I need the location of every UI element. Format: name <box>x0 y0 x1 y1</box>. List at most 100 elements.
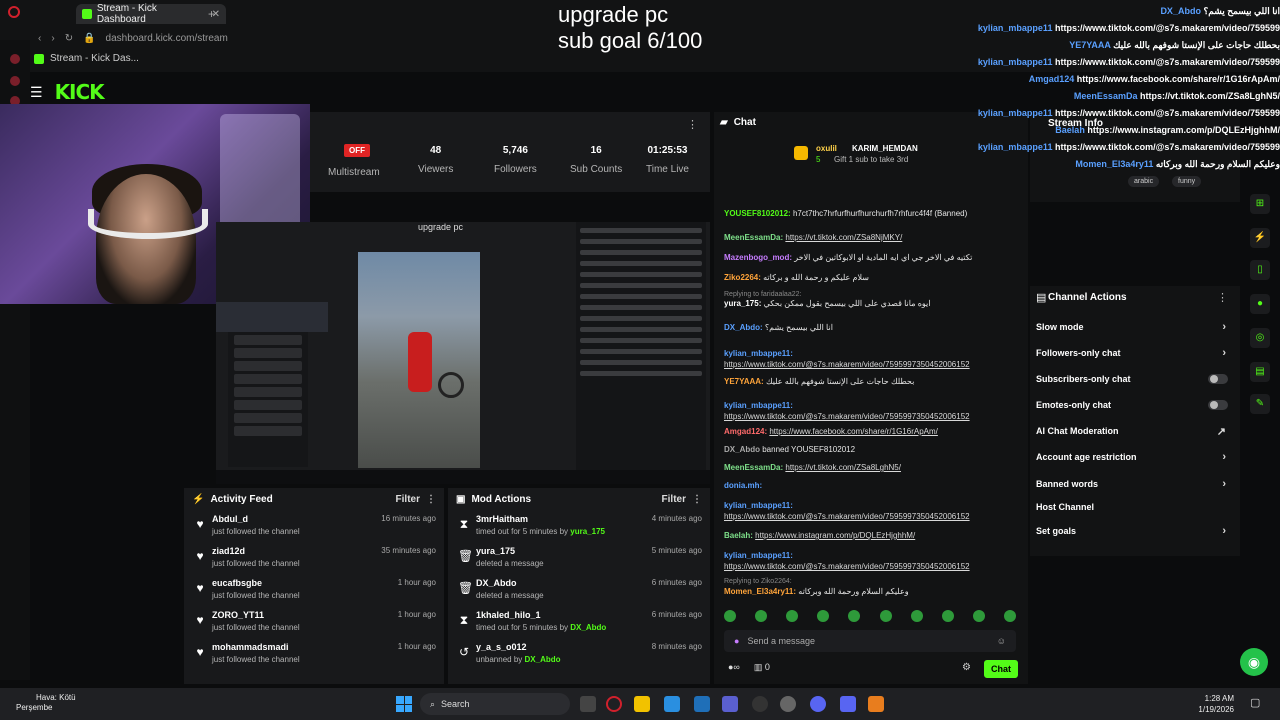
broadcast-icon[interactable]: ◎ <box>1250 328 1270 348</box>
settings-icon[interactable]: ⚙ <box>962 662 971 673</box>
lightning-icon[interactable]: ⚡ <box>1250 228 1270 248</box>
gift-icon[interactable]: ▥ 0 <box>754 662 770 673</box>
chat-link[interactable]: https://www.facebook.com/share/r/1G16rAp… <box>769 427 938 436</box>
chat-message[interactable]: YE7YAAA: بحطلك حاجات على الإنستا شوفهم ب… <box>724 376 1019 387</box>
chat-username[interactable]: Mazenbogo_mod: <box>724 253 792 262</box>
chat-username[interactable]: Ziko2264: <box>724 273 761 282</box>
toggle-switch[interactable] <box>1208 400 1228 410</box>
sidebar-app-icon[interactable] <box>10 76 20 86</box>
more-options-icon[interactable]: ⋮ <box>687 118 698 131</box>
chat-username[interactable]: Amgad124: <box>724 427 767 436</box>
url-text[interactable]: dashboard.kick.com/stream <box>106 33 228 44</box>
address-bar[interactable]: ‹ › ↻ 🔒 dashboard.kick.com/stream <box>30 28 530 48</box>
more-options-icon[interactable]: ⋮ <box>1217 291 1228 304</box>
rail-tool-icon[interactable]: ⊞ <box>1250 194 1270 214</box>
file-explorer-icon[interactable] <box>634 696 650 712</box>
activity-user[interactable]: mohammadsmadi <box>212 642 289 652</box>
channel-action-subscribers-only-chat[interactable]: Subscribers-only chat <box>1036 374 1232 388</box>
sidebar-app-icon[interactable] <box>10 54 20 64</box>
chat-username[interactable]: YE7YAAA: <box>724 377 764 386</box>
mod-action-user[interactable]: 3mrHaitham <box>476 514 528 524</box>
mod-action-by[interactable]: DX_Abdo <box>570 623 606 632</box>
menu-icon[interactable]: ☰ <box>30 84 43 101</box>
discord-icon[interactable] <box>840 696 856 712</box>
browser-tab[interactable]: Stream - Kick Dashboard ✕ <box>76 3 226 25</box>
chat-username[interactable]: kylian_mbappe11: <box>724 401 793 410</box>
teams-icon[interactable] <box>722 696 738 712</box>
chat-link[interactable]: https://www.instagram.com/p/DQLEzHjghhM/ <box>755 531 915 540</box>
breadcrumb-label[interactable]: Stream - Kick Das... <box>50 53 139 64</box>
app-icon[interactable] <box>810 696 826 712</box>
channel-action-account-age-restriction[interactable]: Account age restriction › <box>1036 451 1232 466</box>
emote-bar[interactable] <box>724 610 1016 624</box>
channel-action-followers-only-chat[interactable]: Followers-only chat › <box>1036 347 1232 362</box>
channel-action-banned-words[interactable]: Banned words › <box>1036 478 1232 493</box>
chat-link[interactable]: https://www.tiktok.com/@s7s.makarem/vide… <box>724 359 1019 370</box>
document-icon[interactable]: ▯ <box>1250 260 1270 280</box>
chat-username[interactable]: DX_Abdo <box>724 445 760 454</box>
chat-message[interactable]: Amgad124: https://www.facebook.com/share… <box>724 426 1019 437</box>
chat-username[interactable]: MeenEssamDa: <box>724 463 783 472</box>
chat-message[interactable]: DX_Abdo: انا اللي بيسمح يشم؟ <box>724 322 1019 333</box>
music-icon[interactable] <box>780 696 796 712</box>
mod-action-user[interactable]: DX_Abdo <box>476 578 517 588</box>
filter-button[interactable]: Filter <box>662 494 686 505</box>
weather-widget[interactable]: Hava: Kötü Perşembe <box>16 693 76 713</box>
mod-action-row[interactable]: ⧗ 1khaled_hilo_1 timed out for 5 minutes b… <box>448 606 710 638</box>
chat-link[interactable]: https://vt.tiktok.com/ZSa8LghN5/ <box>785 463 901 472</box>
obs-icon[interactable] <box>752 696 768 712</box>
store-icon[interactable] <box>694 696 710 712</box>
mod-action-row[interactable]: ⧗ 3mrHaitham timed out for 5 minutes by yu… <box>448 510 710 542</box>
chat-link[interactable]: https://www.tiktok.com/@s7s.makarem/vide… <box>724 561 1019 572</box>
chat-message[interactable]: YOUSEF8102012: h7ct7thc7hrfurfhurfhurchu… <box>724 208 1019 219</box>
channel-action-host-channel[interactable]: Host Channel <box>1036 502 1232 516</box>
chat-username[interactable]: DX_Abdo: <box>724 323 763 332</box>
notifications-icon[interactable]: ▢ <box>1250 696 1260 709</box>
mod-action-row[interactable]: 🗑 DX_Abdo deleted a message 6 minutes ago <box>448 574 710 606</box>
windows-start-icon[interactable] <box>396 696 412 712</box>
chat-message[interactable]: donia.mh: <box>724 480 1019 491</box>
toggle-switch[interactable] <box>1208 374 1228 384</box>
chat-username[interactable]: yura_175: <box>724 299 761 308</box>
chat-username[interactable]: kylian_mbappe11: <box>724 349 793 358</box>
system-clock[interactable]: 1:28 AM 1/19/2026 <box>1198 693 1234 715</box>
task-view-icon[interactable] <box>580 696 596 712</box>
channel-action-emotes-only-chat[interactable]: Emotes-only chat <box>1036 400 1232 414</box>
mod-action-user[interactable]: yura_175 <box>476 546 515 556</box>
chat-username[interactable]: MeenEssamDa: <box>724 233 783 242</box>
kick-logo[interactable]: KICK <box>55 80 105 104</box>
channel-action-slow-mode[interactable]: Slow mode › <box>1036 321 1232 336</box>
activity-row[interactable]: ♥ ZORO_YT11 just followed the channel 1 hou… <box>184 606 444 638</box>
chat-message[interactable]: kylian_mbappe11: https://www.tiktok.com/… <box>724 500 1019 522</box>
activity-row[interactable]: ♥ Abdul_d just followed the channel 16 minu… <box>184 510 444 542</box>
activity-user[interactable]: Abdul_d <box>212 514 248 524</box>
opera-logo-icon[interactable] <box>8 6 20 18</box>
mod-action-by[interactable]: yura_175 <box>570 527 605 536</box>
channel-action-set-goals[interactable]: Set goals › <box>1036 525 1232 540</box>
activity-user[interactable]: ziad12d <box>212 546 245 556</box>
chat-message[interactable]: kylian_mbappe11: https://www.tiktok.com/… <box>724 550 1019 572</box>
activity-user[interactable]: eucafbsgbe <box>212 578 262 588</box>
filter-button[interactable]: Filter <box>396 494 420 505</box>
chat-input[interactable]: ● Send a message ☺ <box>724 630 1016 652</box>
copilot-icon[interactable] <box>664 696 680 712</box>
chat-link[interactable]: https://www.tiktok.com/@s7s.makarem/vide… <box>724 411 1019 422</box>
support-headset-icon[interactable]: ◉ <box>1240 648 1268 676</box>
activity-row[interactable]: ♥ ziad12d just followed the channel 35 minu… <box>184 542 444 574</box>
chat-message[interactable]: MeenEssamDa: https://vt.tiktok.com/ZSa8N… <box>724 232 1019 243</box>
stream-preview[interactable]: upgrade pc <box>216 222 710 484</box>
chat-message[interactable]: Momen_El3a4ry11: وعليكم السلام ورحمة الل… <box>724 586 1019 597</box>
more-options-icon[interactable]: ⋮ <box>426 494 436 505</box>
chat-message[interactable]: kylian_mbappe11: https://www.tiktok.com/… <box>724 400 1019 422</box>
send-chat-button[interactable]: Chat <box>984 660 1018 678</box>
chat-message[interactable]: Baelah: https://www.instagram.com/p/DQLE… <box>724 530 1019 541</box>
chat-username[interactable]: kylian_mbappe11: <box>724 551 793 560</box>
forward-icon[interactable]: › <box>51 33 54 44</box>
chat-message[interactable]: DX_Abdo banned YOUSEF8102012 <box>724 444 1019 455</box>
chat-message[interactable]: Mazenbogo_mod: تكتيه في الاخر جي اي ايه … <box>724 252 1019 263</box>
chat-username[interactable]: donia.mh: <box>724 481 762 490</box>
mic-icon[interactable]: ● <box>734 636 739 646</box>
layout-icon[interactable]: ▤ <box>1250 362 1270 382</box>
reload-icon[interactable]: ↻ <box>65 33 73 44</box>
chat-message[interactable]: MeenEssamDa: https://vt.tiktok.com/ZSa8L… <box>724 462 1019 473</box>
